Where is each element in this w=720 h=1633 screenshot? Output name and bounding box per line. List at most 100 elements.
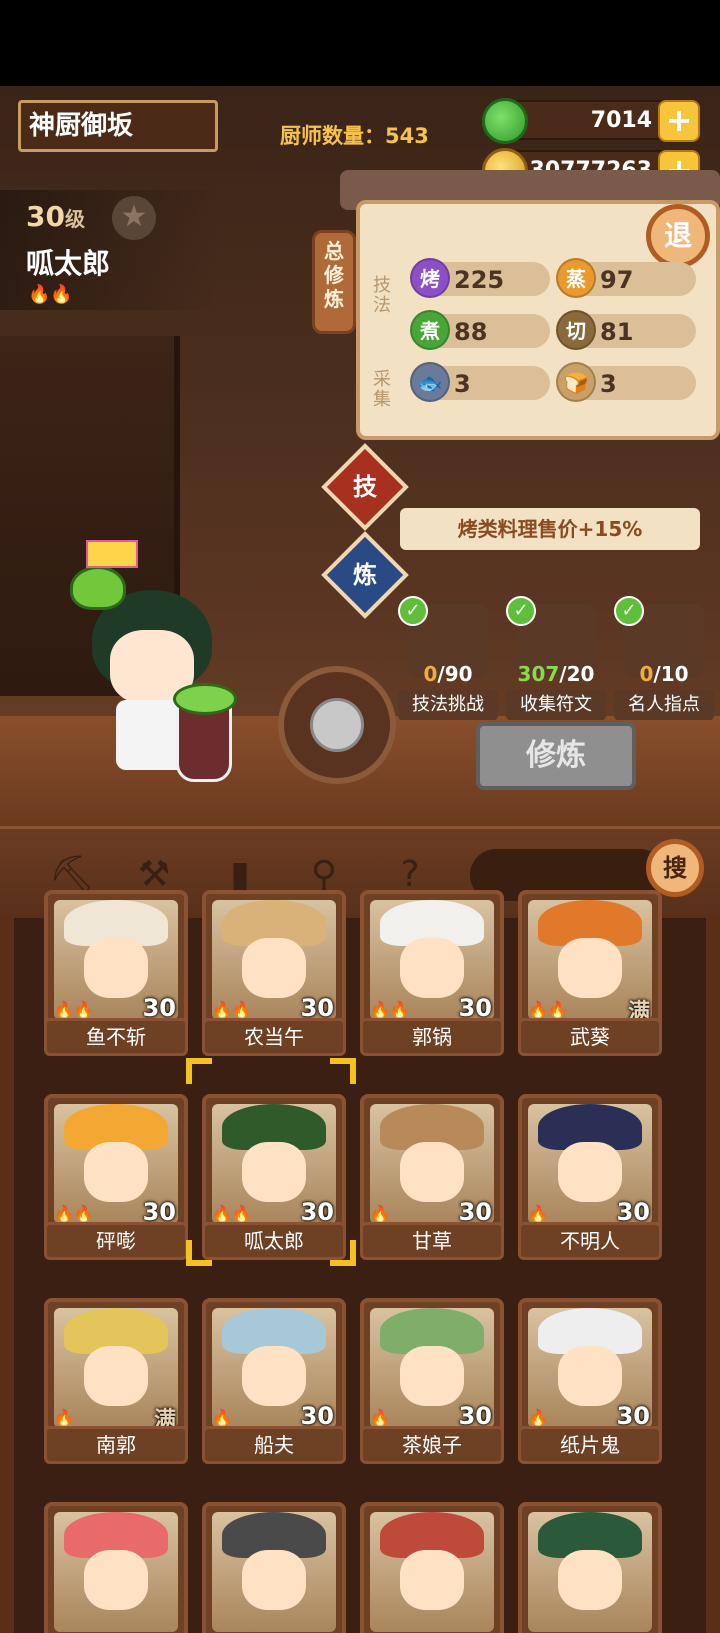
chef-card[interactable]: 🔥🔥 满武葵 — [518, 890, 662, 1066]
status-bar — [0, 0, 720, 86]
chef-card[interactable]: 🔥 30 纸片鬼 — [518, 1298, 662, 1474]
chef-card-name: 船夫 — [202, 1426, 346, 1464]
check-icon: ✓ — [398, 596, 428, 626]
chef-face — [558, 1550, 622, 1610]
flame-icons: 🔥 — [528, 1204, 548, 1223]
flame-icons: 🔥 — [370, 1408, 390, 1427]
steam-value: 97 — [600, 266, 634, 294]
task-label-collect-runes: 收集符文 — [506, 690, 606, 720]
task-done: 0 — [639, 662, 654, 686]
grid-frame-left — [0, 918, 14, 1633]
chef-card[interactable]: 🔥🔥 30 鱼不斩 — [44, 890, 188, 1066]
selection-corner — [330, 1240, 356, 1266]
stat-fish: 🐟 3 — [410, 362, 550, 402]
boil-badge: 煮 — [410, 310, 450, 350]
favorite-star-button[interactable]: ★ — [112, 196, 156, 240]
collect-group-label: 采集 — [373, 369, 391, 410]
card-frame: 🔥🔥 30 — [202, 890, 346, 1030]
location-title[interactable]: 神厨御坂 — [18, 100, 218, 152]
chef-face — [242, 1346, 306, 1406]
chef-card[interactable] — [202, 1502, 346, 1633]
chef-card-name: 不明人 — [518, 1222, 662, 1260]
stat-bread: 🍞 3 — [556, 362, 696, 402]
search-button[interactable]: 搜 — [646, 839, 704, 897]
chef-card-name: 砰嘭 — [44, 1222, 188, 1260]
cut-value: 81 — [600, 318, 634, 346]
chef-card[interactable]: 🔥🔥 30 郭锅 — [360, 890, 504, 1066]
chef-card-name: 鱼不斩 — [44, 1018, 188, 1056]
stat-roast: 烤 225 — [410, 258, 550, 298]
cat-token-pedestal[interactable] — [278, 666, 396, 784]
chef-face — [558, 938, 622, 998]
add-jade-button[interactable]: + — [658, 100, 700, 142]
chef-grid: 🔥🔥 30 鱼不斩 🔥🔥 30 农当午 🔥🔥 30 郭锅 🔥🔥 满武葵 🔥🔥 30 砰嘭 🔥🔥 30 呱太郎 🔥 3… — [0, 890, 720, 1633]
flame-icons: 🔥🔥 — [528, 1000, 568, 1019]
card-frame — [360, 1502, 504, 1633]
chef-card[interactable] — [360, 1502, 504, 1633]
chef-level-suffix: 级 — [64, 207, 85, 231]
boil-value: 88 — [454, 318, 488, 346]
train-button[interactable]: 修炼 — [476, 722, 636, 790]
bonus-banner: 烤类料理售价+15% — [400, 508, 700, 550]
chef-portrait — [212, 1512, 336, 1632]
chef-card[interactable]: 🔥 30 茶娘子 — [360, 1298, 504, 1474]
fish-icon: 🐟 — [410, 362, 450, 402]
card-frame: 🔥🔥 30 — [44, 890, 188, 1030]
task-master-guidance[interactable]: ✓ 0/10 — [614, 596, 714, 692]
cat-token-icon — [310, 698, 364, 752]
flame-icons: 🔥🔥 — [54, 1204, 94, 1223]
task-label-skill-challenge: 技法挑战 — [398, 690, 498, 720]
chef-card[interactable] — [44, 1502, 188, 1633]
check-icon: ✓ — [614, 596, 644, 626]
flame-icons: 🔥🔥 — [54, 1000, 94, 1019]
card-frame: 🔥 满 — [44, 1298, 188, 1438]
tab-total-training[interactable]: 总修炼 — [312, 230, 356, 334]
chef-card[interactable]: 🔥 满南郭 — [44, 1298, 188, 1474]
task-skill-challenge[interactable]: ✓ 0/90 — [398, 596, 498, 692]
card-frame: 🔥🔥 30 — [202, 1094, 346, 1234]
task-total: /20 — [559, 662, 595, 686]
chef-face — [242, 1550, 306, 1610]
card-frame: 🔥 30 — [518, 1094, 662, 1234]
card-frame: 🔥 30 — [518, 1298, 662, 1438]
crown-icon — [86, 540, 138, 568]
card-frame — [518, 1502, 662, 1633]
chef-face — [84, 938, 148, 998]
chef-card[interactable]: 🔥 30 不明人 — [518, 1094, 662, 1270]
chef-card[interactable]: 🔥🔥 30 砰嘭 — [44, 1094, 188, 1270]
selection-corner — [186, 1240, 212, 1266]
card-frame: 🔥🔥 30 — [360, 890, 504, 1030]
task-total: /90 — [437, 662, 473, 686]
chef-name: 呱太郎 — [26, 247, 111, 280]
chef-card[interactable]: 🔥 30 甘草 — [360, 1094, 504, 1270]
task-collect-runes[interactable]: ✓ 307/20 — [506, 596, 606, 692]
chef-card[interactable]: 🔥🔥 30 农当午 — [202, 890, 346, 1066]
chef-face — [242, 1142, 306, 1202]
card-frame: 🔥 30 — [360, 1094, 504, 1234]
frog-lid — [173, 683, 237, 715]
roast-badge: 烤 — [410, 258, 450, 298]
chef-card[interactable]: 🔥🔥 30 呱太郎 — [202, 1094, 346, 1270]
jade-icon — [482, 98, 528, 144]
card-frame: 🔥🔥 30 — [44, 1094, 188, 1234]
chef-card[interactable] — [518, 1502, 662, 1633]
chef-level: 30级 — [26, 200, 85, 233]
flame-icons: 🔥🔥 — [212, 1204, 252, 1223]
selection-corner — [186, 1058, 212, 1084]
jade-value: 7014 — [590, 108, 652, 133]
chef-portrait — [54, 1512, 178, 1632]
task-progress: 0/10 — [614, 662, 714, 686]
jade-counter: 7014 + — [482, 98, 700, 144]
tab-refine-label: 炼 — [353, 561, 377, 589]
exit-button[interactable]: 退 — [646, 204, 710, 268]
chef-card[interactable]: 🔥 30 船夫 — [202, 1298, 346, 1474]
task-done: 0 — [423, 662, 438, 686]
frog-drink-icon — [173, 683, 237, 782]
stat-steam: 蒸 97 — [556, 258, 696, 298]
fish-value: 3 — [454, 370, 471, 398]
flame-icons: 🔥🔥 — [370, 1000, 410, 1019]
flame-icons: 🔥 — [54, 1408, 74, 1427]
chef-face — [400, 1346, 464, 1406]
flame-icons: 🔥🔥 — [212, 1000, 252, 1019]
chef-face — [558, 1142, 622, 1202]
